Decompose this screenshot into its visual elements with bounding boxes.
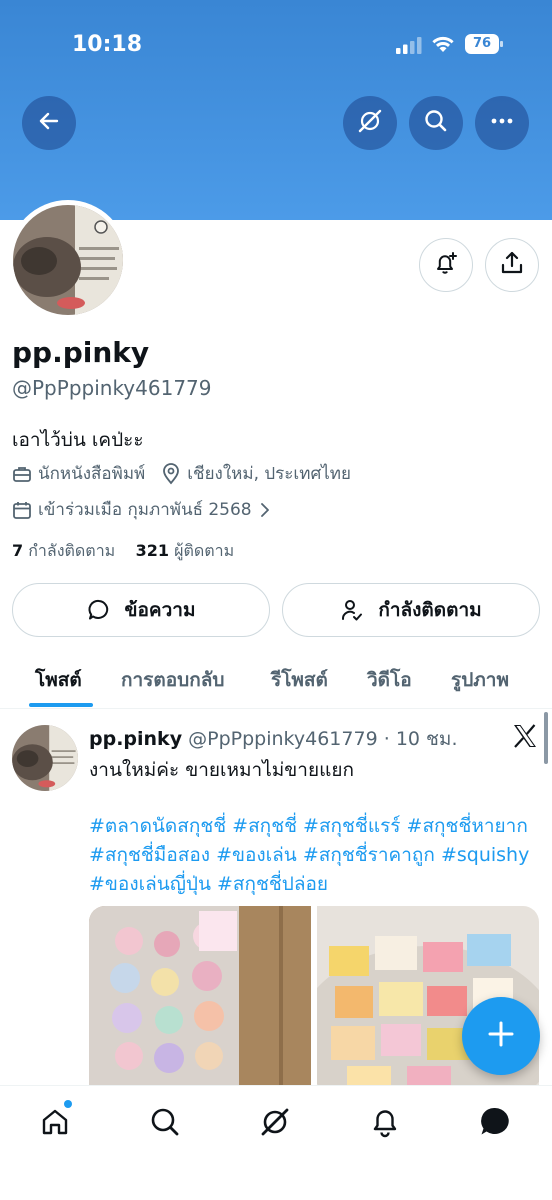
grok-icon bbox=[357, 108, 383, 138]
nav-grok[interactable] bbox=[255, 1104, 295, 1144]
profile-tabs: โพสต์ การตอบกลับ รีโพสต์ วิดีโอ รูปภาพ bbox=[0, 655, 552, 709]
following-stat[interactable]: 7 กำลังติดตาม bbox=[12, 541, 115, 560]
profile-bio: เอาไว้บ่น เคป่ะะ bbox=[12, 429, 144, 451]
message-button-label: ข้อความ bbox=[124, 599, 196, 621]
tab-photos[interactable]: รูปภาพ bbox=[451, 665, 509, 695]
followers-label: ผู้ติดตาม bbox=[174, 541, 235, 560]
post-author-handle[interactable]: @PpPppinky461779 bbox=[188, 728, 378, 750]
arrow-left-icon bbox=[37, 109, 61, 137]
post-time: 10 ชม. bbox=[395, 728, 458, 750]
nav-notifications[interactable] bbox=[365, 1104, 405, 1144]
profile-profession: นักหนังสือพิมพ์ bbox=[38, 464, 146, 484]
following-button-label: กำลังติดตาม bbox=[378, 599, 482, 621]
bottom-navigation bbox=[0, 1085, 552, 1200]
back-button[interactable] bbox=[22, 96, 76, 150]
search-button[interactable] bbox=[409, 96, 463, 150]
profile-joined-row[interactable]: เข้าร่วมเมือ กุมภาพันธ์ 2568 bbox=[12, 496, 276, 523]
grok-button[interactable] bbox=[343, 96, 397, 150]
search-icon bbox=[149, 1106, 181, 1142]
share-profile-button[interactable] bbox=[485, 238, 539, 292]
bell-plus-icon bbox=[433, 250, 459, 280]
bell-icon bbox=[369, 1106, 401, 1142]
share-icon bbox=[499, 250, 525, 280]
compose-button[interactable] bbox=[462, 997, 540, 1075]
followers-stat[interactable]: 321 ผู้ติดตาม bbox=[136, 541, 235, 560]
profile-joined: เข้าร่วมเมือ กุมภาพันธ์ 2568 bbox=[38, 500, 252, 520]
tab-posts[interactable]: โพสต์ bbox=[35, 665, 82, 695]
tab-replies[interactable]: การตอบกลับ bbox=[121, 665, 224, 695]
home-icon bbox=[39, 1106, 71, 1142]
avatar-image bbox=[13, 205, 123, 315]
messages-icon bbox=[478, 1105, 512, 1143]
post-hashtags[interactable]: #ตลาดนัดสกุชชี่ #สกุชชี่ #สกุชชี่แรร์ #ส… bbox=[89, 812, 539, 899]
post-text: งานใหม่ค่ะ ขายเหมาไม่ขายแยก bbox=[89, 759, 354, 781]
profile-meta-row: นักหนังสือพิมพ์ เชียงใหม่, ประเทศไทย bbox=[12, 460, 351, 487]
following-count: 7 bbox=[12, 541, 24, 560]
wifi-icon bbox=[430, 34, 456, 58]
plus-icon bbox=[486, 1019, 516, 1053]
nav-home[interactable] bbox=[35, 1104, 75, 1144]
notify-button[interactable] bbox=[419, 238, 473, 292]
tab-reposts[interactable]: รีโพสต์ bbox=[271, 665, 328, 695]
message-button[interactable]: ข้อความ bbox=[12, 583, 270, 637]
tab-videos[interactable]: วิดีโอ bbox=[367, 665, 412, 695]
followers-count: 321 bbox=[135, 541, 169, 560]
nav-search[interactable] bbox=[145, 1104, 185, 1144]
nav-messages[interactable] bbox=[475, 1104, 515, 1144]
profile-banner: 10:18 76 bbox=[0, 0, 552, 220]
location-pin-icon bbox=[161, 462, 181, 485]
post-author-avatar[interactable] bbox=[12, 725, 78, 791]
follow-counts: 7 กำลังติดตาม 321 ผู้ติดตาม bbox=[12, 539, 234, 564]
post-header: pp.pinky @PpPppinky461779 · 10 ชม. bbox=[89, 724, 458, 754]
person-check-icon bbox=[340, 598, 364, 622]
battery-indicator: 76 bbox=[465, 34, 503, 54]
post-author-name[interactable]: pp.pinky bbox=[89, 728, 182, 750]
more-button[interactable] bbox=[475, 96, 529, 150]
grok-icon bbox=[259, 1106, 291, 1142]
active-tab-indicator bbox=[29, 703, 93, 707]
scrollbar[interactable] bbox=[544, 712, 548, 764]
profile-avatar[interactable] bbox=[8, 200, 128, 320]
status-bar: 10:18 76 bbox=[0, 30, 552, 60]
profile-display-name: pp.pinky bbox=[12, 336, 150, 369]
briefcase-icon bbox=[12, 464, 32, 484]
profile-handle: @PpPppinky461779 bbox=[12, 376, 212, 400]
post-separator: · bbox=[383, 728, 390, 750]
x-logo-icon bbox=[512, 724, 538, 752]
battery-level: 76 bbox=[465, 34, 499, 54]
status-time: 10:18 bbox=[72, 32, 143, 57]
home-notification-dot bbox=[64, 1100, 72, 1108]
message-bubble-icon bbox=[87, 598, 111, 622]
post-image-1[interactable] bbox=[89, 906, 311, 1091]
following-label: กำลังติดตาม bbox=[28, 541, 116, 560]
search-icon bbox=[423, 108, 449, 138]
more-icon bbox=[489, 108, 515, 138]
following-button[interactable]: กำลังติดตาม bbox=[282, 583, 540, 637]
profile-location: เชียงใหม่, ประเทศไทย bbox=[187, 464, 351, 484]
calendar-icon bbox=[12, 500, 32, 520]
cellular-signal-icon bbox=[396, 36, 422, 58]
chevron-right-icon bbox=[260, 502, 270, 518]
